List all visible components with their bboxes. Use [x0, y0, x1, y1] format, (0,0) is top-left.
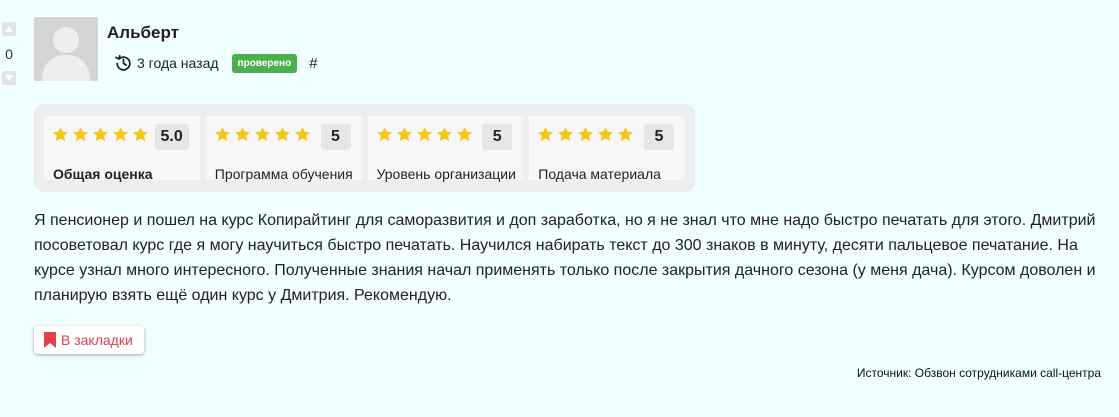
caret-down-icon [5, 75, 13, 81]
star-icon [577, 126, 594, 143]
review-source: Источник: Обзвон сотрудниками call-центр… [856, 366, 1101, 380]
star-icon [72, 126, 89, 143]
star-icon [234, 126, 251, 143]
author-name: Альберт [107, 23, 179, 42]
verified-badge: проверено [231, 53, 298, 73]
rating-score: 5 [644, 124, 674, 150]
vote-up-button[interactable] [2, 22, 16, 36]
star-icon [52, 126, 69, 143]
rating-score: 5 [482, 124, 513, 150]
ratings-panel: 5.0 Общая оценка 5 Программа обучения 5 … [34, 104, 695, 192]
review-meta: 3 года назад проверено # [114, 52, 318, 74]
star-icon [274, 126, 291, 143]
rating-card-overall: 5.0 Общая оценка [44, 116, 200, 182]
bookmark-icon [44, 332, 56, 348]
permalink[interactable]: # [309, 55, 317, 72]
history-icon [114, 54, 133, 73]
star-icon [436, 126, 453, 143]
star-icon [617, 126, 634, 143]
user-placeholder-icon [34, 17, 98, 81]
rating-card-delivery: 5 Подача материала [529, 116, 685, 182]
bookmark-label: В закладки [61, 332, 133, 348]
rating-label: Подача материала [538, 166, 661, 182]
star-icon [376, 126, 393, 143]
review-text: Я пенсионер и пошел на курс Копирайтинг … [34, 212, 1096, 304]
star-icon [132, 126, 149, 143]
rating-card-program: 5 Программа обучения [205, 116, 362, 182]
review-date: 3 года назад [137, 55, 219, 71]
caret-up-icon [5, 26, 13, 32]
star-icon [456, 126, 473, 143]
star-icon [396, 126, 413, 143]
star-icon [214, 126, 231, 143]
star-icon [92, 126, 109, 143]
star-icon [112, 126, 129, 143]
star-icon [254, 126, 271, 143]
avatar [34, 17, 98, 81]
vote-control: 0 [2, 22, 16, 85]
rating-label: Уровень организации [376, 166, 516, 182]
rating-label: Программа обучения [214, 166, 353, 182]
star-icon [416, 126, 433, 143]
bookmark-button[interactable]: В закладки [34, 326, 144, 354]
vote-count: 0 [5, 46, 13, 62]
star-icon [537, 126, 554, 143]
vote-down-button[interactable] [2, 71, 16, 85]
rating-label: Общая оценка [53, 166, 153, 182]
star-icon [294, 126, 311, 143]
rating-score: 5 [320, 124, 351, 150]
rating-card-organization: 5 Уровень организации [367, 116, 524, 182]
rating-score: 5.0 [154, 124, 189, 150]
star-icon [557, 126, 574, 143]
star-icon [597, 126, 614, 143]
